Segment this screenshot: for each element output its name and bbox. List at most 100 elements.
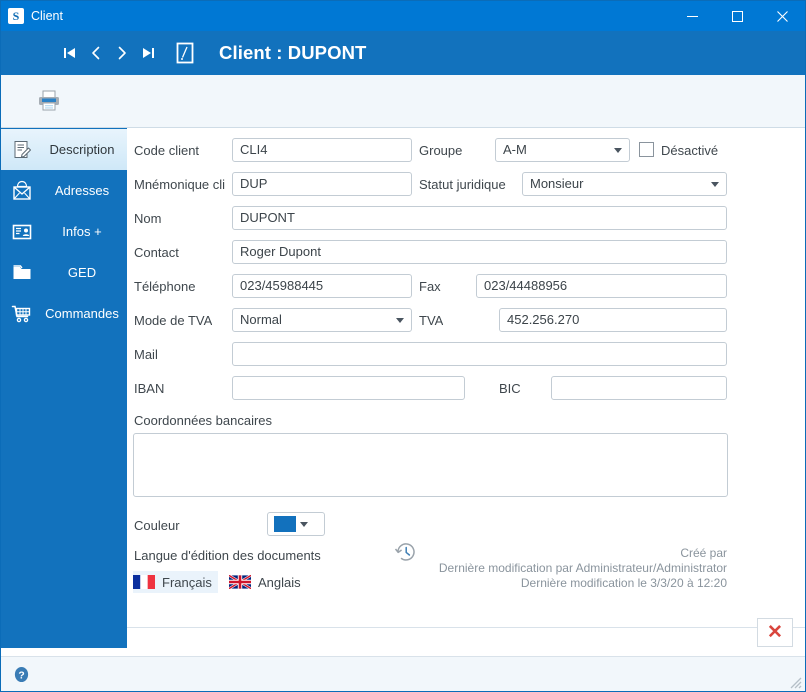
description-panel: Code client CLI4 Groupe A-M Désactivé Mn…: [127, 128, 805, 627]
groupe-label: Groupe: [419, 143, 463, 158]
mnemonique-label: Mnémonique cli: [134, 177, 226, 192]
couleur-label: Couleur: [134, 518, 180, 533]
sidebar-item-ged[interactable]: GED: [1, 252, 127, 293]
shopping-cart-icon: [9, 301, 35, 327]
client-window: S Client Client: DUPONT Description Adr…: [0, 0, 806, 692]
flag-uk-icon: [229, 575, 251, 589]
print-icon: [39, 90, 59, 111]
metadata-created-by: Créé par: [680, 546, 727, 560]
telephone-label: Téléphone: [134, 279, 196, 294]
couleur-picker[interactable]: [267, 512, 325, 536]
flag-france-icon: [133, 575, 155, 589]
metadata-modified-by: Dernière modification par Administrateur…: [438, 561, 727, 575]
statut-juridique-select-value: Monsieur: [530, 176, 584, 191]
chevron-down-icon: [300, 521, 308, 527]
sidebar-footer-strip: [1, 627, 127, 648]
contact-input[interactable]: Roger Dupont: [232, 240, 727, 264]
desactive-label: Désactivé: [661, 143, 719, 158]
sidebar-item-adresses[interactable]: Adresses: [1, 170, 127, 211]
bic-label: BIC: [499, 381, 521, 396]
coordonnees-bancaires-label: Coordonnées bancaires: [134, 413, 273, 428]
previous-record-button[interactable]: [83, 38, 109, 68]
s-logo-icon: S: [8, 8, 24, 24]
status-bar: ?: [1, 656, 805, 691]
new-record-button[interactable]: [170, 38, 200, 68]
coordonnees-bancaires-textarea[interactable]: [133, 433, 728, 497]
groupe-select[interactable]: A-M: [495, 138, 630, 162]
maximize-button[interactable]: [715, 1, 760, 31]
mnemonique-input[interactable]: DUP: [232, 172, 412, 196]
bic-input[interactable]: [551, 376, 727, 400]
record-header: Client : DUPONT: [1, 31, 805, 75]
new-record-icon: [176, 42, 194, 64]
langue-option-label: Français: [162, 574, 212, 590]
close-form-button[interactable]: ✕: [757, 618, 793, 647]
statut-juridique-select[interactable]: Monsieur: [522, 172, 727, 196]
next-record-button[interactable]: [109, 38, 135, 68]
record-metadata: Créé par Dernière modification par Admin…: [327, 546, 727, 591]
langue-option-label: Anglais: [258, 574, 301, 590]
langue-label: Langue d'édition des documents: [134, 548, 321, 563]
close-button[interactable]: [760, 1, 805, 31]
folder-icon: [9, 260, 35, 286]
langue-option-francais[interactable]: Français: [133, 571, 218, 593]
chevron-down-icon: [614, 147, 622, 153]
nom-input[interactable]: DUPONT: [232, 206, 727, 230]
title-bar: S Client: [1, 1, 805, 31]
sidebar-item-label: Commandes: [45, 306, 119, 321]
chevron-left-icon: [92, 46, 100, 60]
code-client-input[interactable]: CLI4: [232, 138, 412, 162]
last-record-button[interactable]: [135, 38, 161, 68]
window-body: Description Adresses Infos + GED Command…: [1, 128, 805, 627]
nom-label: Nom: [134, 211, 162, 226]
help-icon[interactable]: ?: [13, 666, 30, 683]
mail-input[interactable]: [232, 342, 727, 366]
tva-label: TVA: [419, 313, 444, 328]
chevron-down-icon: [711, 181, 719, 187]
groupe-select-value: A-M: [503, 142, 527, 157]
iban-label: IBAN: [134, 381, 165, 396]
resize-grip-icon[interactable]: [789, 676, 802, 689]
color-swatch: [274, 516, 296, 532]
chevron-down-icon: [396, 317, 404, 323]
code-client-label: Code client: [134, 143, 200, 158]
sidebar-item-label: GED: [67, 265, 97, 280]
mail-label: Mail: [134, 347, 158, 362]
window-title: Client: [31, 9, 63, 23]
metadata-modified-on: Dernière modification le 3/3/20 à 12:20: [520, 576, 727, 590]
mode-tva-select[interactable]: Normal: [232, 308, 412, 332]
sidebar-item-label: Infos +: [62, 224, 102, 239]
print-button[interactable]: [32, 84, 66, 118]
skip-to-start-icon: [64, 48, 75, 58]
toolbar: [1, 75, 805, 128]
page-title: Client : DUPONT: [219, 42, 367, 63]
langue-option-anglais[interactable]: Anglais: [229, 571, 307, 593]
envelope-icon: [9, 178, 35, 204]
contact-label: Contact: [134, 245, 179, 260]
sidebar-item-label: Description: [49, 142, 115, 157]
iban-input[interactable]: [232, 376, 465, 400]
fax-input[interactable]: 023/44488956: [476, 274, 727, 298]
sidebar-item-description[interactable]: Description: [1, 129, 127, 170]
skip-to-end-icon: [143, 48, 154, 58]
minimize-icon: [687, 15, 698, 17]
minimize-button[interactable]: [670, 1, 715, 31]
svg-text:?: ?: [18, 670, 24, 681]
footer-bar: ✕: [1, 618, 805, 656]
document-edit-icon: [9, 137, 35, 163]
title-bar-left: S Client: [1, 8, 63, 24]
desactive-checkbox[interactable]: [639, 142, 654, 157]
fax-label: Fax: [419, 279, 441, 294]
sidebar-item-infos-plus[interactable]: Infos +: [1, 211, 127, 252]
maximize-icon: [732, 10, 743, 22]
sidebar: Description Adresses Infos + GED Command…: [1, 128, 127, 627]
close-icon: [777, 10, 788, 22]
window-controls: [670, 1, 805, 31]
first-record-button[interactable]: [57, 38, 83, 68]
sidebar-item-commandes[interactable]: Commandes: [1, 293, 127, 334]
sidebar-item-label: Adresses: [54, 183, 110, 198]
statut-juridique-label: Statut juridique: [419, 177, 506, 192]
mode-tva-label: Mode de TVA: [134, 313, 213, 328]
tva-input[interactable]: 452.256.270: [499, 308, 727, 332]
telephone-input[interactable]: 023/45988445: [232, 274, 412, 298]
